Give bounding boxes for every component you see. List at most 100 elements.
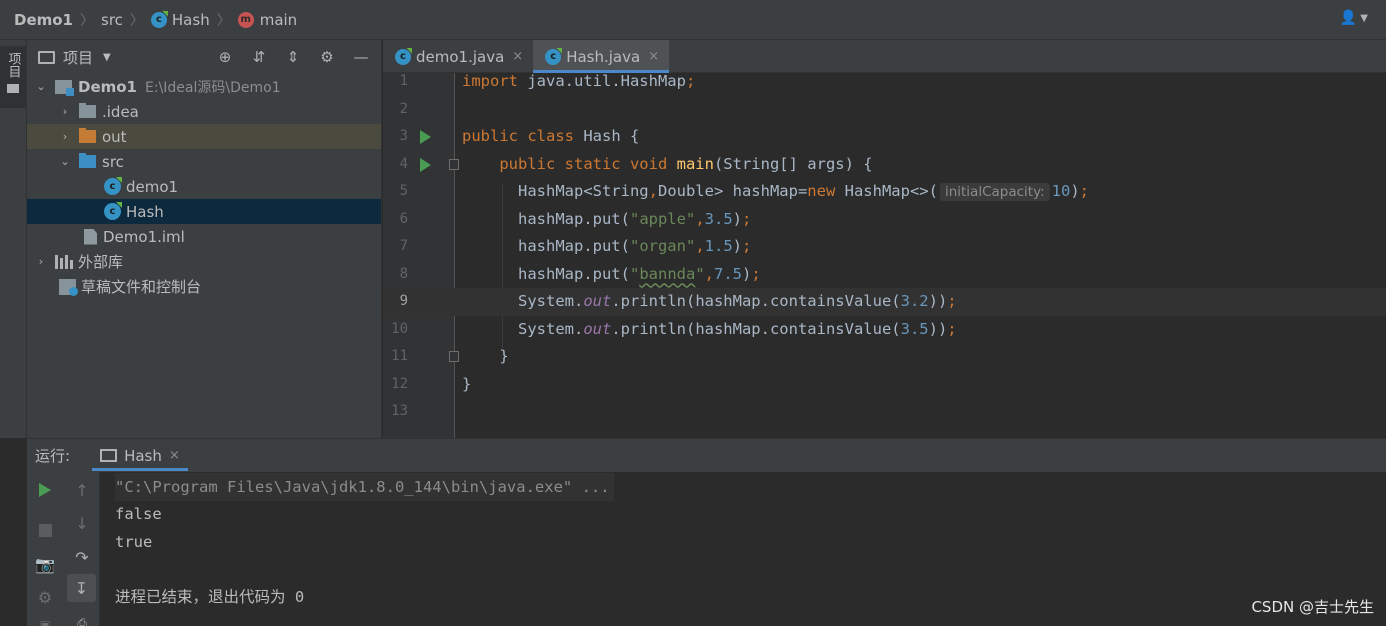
code-text: hashMap.put("apple",3.5); — [462, 206, 751, 234]
tree-node-label: .idea — [102, 102, 139, 121]
settings-button[interactable]: ⚙ — [32, 584, 58, 610]
chevron-down-icon: ▼ — [1360, 12, 1368, 24]
tree-node-out[interactable]: › out — [27, 124, 381, 149]
tab-label: demo1.java — [416, 47, 505, 66]
code-token: bannda — [639, 264, 696, 283]
code-token: ; — [1079, 182, 1090, 200]
code-token: " — [695, 264, 705, 283]
code-token: java.util.HashMap — [527, 72, 686, 90]
method-icon: m — [237, 11, 254, 28]
camera-icon: 📷 — [35, 554, 55, 574]
breadcrumb-project[interactable]: Demo1 — [14, 11, 73, 29]
console-output[interactable]: "C:\Program Files\Java\jdk1.8.0_144\bin\… — [101, 472, 1386, 626]
run-tab-hash[interactable]: Hash × — [92, 439, 188, 473]
breadcrumb-separator: 〉 — [80, 12, 94, 29]
code-line[interactable]: 3 public class Hash { — [383, 123, 1386, 151]
source-folder-icon — [79, 153, 96, 168]
chevron-right-icon[interactable]: › — [35, 255, 47, 268]
minimize-icon[interactable]: — — [351, 47, 371, 67]
soft-wrap-button[interactable]: ↷ — [69, 544, 95, 570]
code-token: public static void — [499, 154, 677, 173]
fold-icon[interactable] — [449, 158, 459, 170]
collapse-all-icon[interactable]: ⇕ — [283, 47, 303, 67]
chevron-down-icon[interactable]: ⌄ — [35, 80, 47, 93]
project-tool-tab[interactable]: 项目 — [0, 46, 26, 108]
tree-node-demo1-class[interactable]: c demo1 — [27, 174, 381, 199]
user-icon: 👤 — [1339, 10, 1358, 26]
fold-icon[interactable] — [449, 351, 459, 362]
scroll-to-end-button[interactable]: ↧ — [67, 574, 96, 602]
code-line[interactable]: 4 public static void main(String[] args)… — [383, 151, 1386, 179]
code-line[interactable]: 10 System.out.println(hashMap.containsVa… — [383, 316, 1386, 344]
breadcrumb-class[interactable]: c Hash — [150, 11, 210, 29]
breadcrumb-method[interactable]: m main — [237, 11, 297, 29]
line-number: 13 — [391, 403, 408, 419]
breadcrumb-src[interactable]: src — [101, 11, 123, 29]
watermark: CSDN @吉士先生 — [1251, 598, 1374, 616]
code-line[interactable]: 1 import java.util.HashMap; — [383, 68, 1386, 96]
rerun-button[interactable] — [32, 477, 58, 503]
code-token: System. — [462, 292, 584, 310]
tree-node-hash-class[interactable]: c Hash — [27, 199, 381, 224]
code-line[interactable]: 11 } — [383, 343, 1386, 371]
close-icon[interactable]: × — [169, 448, 180, 463]
code-editor[interactable]: 1 import java.util.HashMap; 2 3 public class… — [383, 72, 1386, 438]
run-panel-header: 运行: Hash × — [27, 438, 1386, 472]
chevron-down-icon[interactable]: ⌄ — [59, 155, 71, 168]
chevron-down-icon[interactable]: ▼ — [103, 52, 111, 63]
tree-node-demo1-module[interactable]: ⌄ Demo1 E:\Ideal源码\Demo1 — [27, 74, 381, 99]
code-token: , — [695, 209, 705, 228]
screenshot-button[interactable]: 📷 — [32, 551, 58, 577]
tree-node-external-libraries[interactable]: › 外部库 — [27, 249, 381, 274]
code-text: } — [462, 371, 471, 399]
code-token: .println(hashMap.containsValue( — [611, 319, 901, 338]
gear-icon[interactable]: ⚙ — [317, 47, 337, 67]
tree-node-src[interactable]: ⌄ src — [27, 149, 381, 174]
pin-icon: ▣ — [39, 618, 51, 626]
pin-button[interactable]: ▣ — [32, 612, 58, 626]
chevron-right-icon[interactable]: › — [59, 105, 71, 118]
class-icon: c — [104, 178, 121, 195]
code-token: ) — [742, 264, 752, 283]
print-icon: ⎙ — [77, 615, 87, 626]
close-icon[interactable]: × — [648, 49, 659, 64]
expand-all-icon[interactable]: ⇵ — [249, 47, 269, 67]
code-line[interactable]: 6 hashMap.put("apple",3.5); — [383, 206, 1386, 234]
code-line[interactable]: 13 — [383, 398, 1386, 426]
run-panel-label: 运行: — [35, 447, 71, 465]
code-token: , — [704, 264, 715, 283]
close-icon[interactable]: × — [512, 49, 523, 64]
tree-node-label: src — [102, 152, 124, 171]
code-text: System.out.println(hashMap.containsValue… — [462, 316, 957, 344]
tree-node-idea[interactable]: › .idea — [27, 99, 381, 124]
code-line[interactable]: 8 hashMap.put("bannda",7.5); — [383, 261, 1386, 289]
code-token: ) — [732, 237, 742, 255]
console-line: true — [115, 533, 153, 551]
code-token: public class — [462, 127, 584, 145]
tree-node-demo1-iml[interactable]: Demo1.iml — [27, 224, 381, 249]
project-panel-title[interactable]: 项目 — [63, 47, 93, 68]
code-line[interactable]: 5 HashMap<String,Double> hashMap=new Has… — [383, 178, 1386, 206]
stop-button[interactable] — [32, 517, 58, 543]
code-line[interactable]: 9 System.out.println(hashMap.containsVal… — [383, 288, 1386, 316]
scroll-down-button[interactable]: ↓ — [69, 510, 95, 536]
tree-node-scratches[interactable]: 草稿文件和控制台 — [27, 274, 381, 299]
run-gutter-icon[interactable] — [420, 157, 431, 172]
scroll-up-button[interactable]: ↑ — [69, 477, 95, 503]
code-token: , — [695, 237, 705, 255]
breadcrumb-separator: 〉 — [129, 12, 144, 29]
account-menu-button[interactable]: 👤 ▼ — [1340, 10, 1368, 26]
run-gutter-icon[interactable] — [420, 130, 431, 144]
code-line[interactable]: 12} — [383, 371, 1386, 399]
code-token: System. — [462, 319, 584, 338]
code-token: Hash { — [583, 127, 640, 145]
code-token: out — [583, 319, 612, 338]
locate-icon[interactable]: ⊕ — [215, 47, 235, 67]
chevron-right-icon[interactable]: › — [59, 130, 71, 143]
code-token: 3.2 — [900, 292, 929, 310]
code-line[interactable]: 7 hashMap.put("organ",1.5); — [383, 233, 1386, 261]
class-icon: c — [395, 48, 411, 65]
code-line[interactable]: 2 — [383, 96, 1386, 124]
print-button[interactable]: ⎙ — [69, 610, 95, 626]
